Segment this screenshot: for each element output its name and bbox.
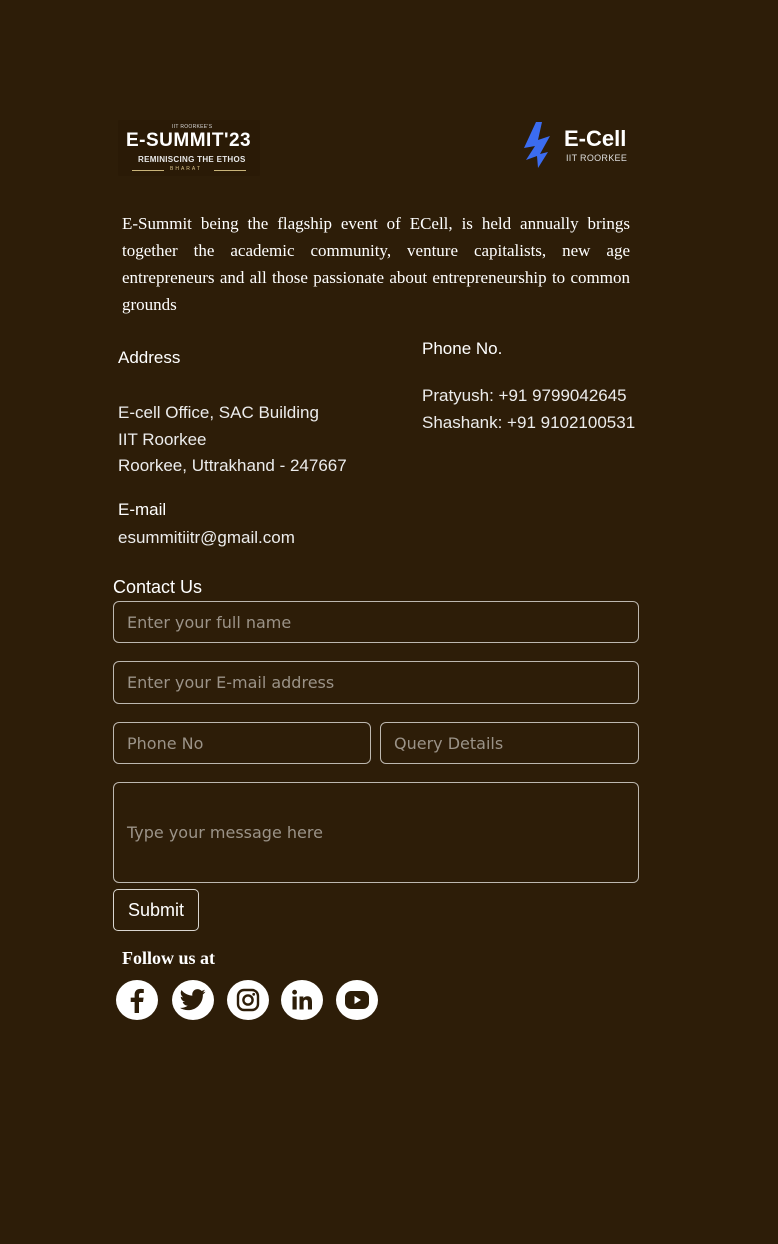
- email-value[interactable]: esummitiitr@gmail.com: [118, 525, 295, 552]
- phone-input[interactable]: [113, 722, 371, 764]
- ecell-logo-title: E-Cell: [564, 126, 627, 151]
- esummit-logo: IIT ROORKEE'S E-SUMMIT'23 REMINISCING TH…: [118, 120, 260, 176]
- event-description: E-Summit being the flagship event of ECe…: [122, 214, 630, 314]
- esummit-logo-divider-right: [214, 170, 246, 171]
- youtube-icon[interactable]: [336, 980, 378, 1020]
- facebook-icon[interactable]: [116, 980, 158, 1020]
- ecell-logo-sub: IIT ROORKEE: [566, 153, 628, 163]
- esummit-logo-title: E-SUMMIT'23: [126, 130, 252, 151]
- query-details-input[interactable]: [380, 722, 639, 764]
- esummit-logo-tagline: REMINISCING THE ETHOS: [138, 155, 246, 164]
- address-heading: Address: [118, 348, 181, 367]
- ecell-logo: E-Cell IIT ROORKEE: [518, 118, 632, 172]
- address-line: E-cell Office, SAC Building: [118, 403, 319, 422]
- phone-line[interactable]: Pratyush: +91 9799042645: [422, 383, 627, 410]
- submit-button[interactable]: Submit: [113, 889, 199, 931]
- email-input[interactable]: [113, 661, 639, 704]
- follow-heading: Follow us at: [122, 948, 216, 968]
- phone-heading: Phone No.: [422, 339, 503, 358]
- phone-line[interactable]: Shashank: +91 9102100531: [422, 410, 635, 437]
- esummit-logo-divider-left: [132, 170, 164, 171]
- contact-us-heading: Contact Us: [113, 577, 203, 597]
- email-heading: E-mail: [118, 500, 167, 519]
- linkedin-icon[interactable]: [281, 980, 323, 1020]
- ecell-mark-icon: [524, 122, 550, 168]
- address-line: Roorkee, Uttrakhand - 247667: [118, 456, 347, 475]
- full-name-input[interactable]: [113, 601, 639, 643]
- twitter-icon[interactable]: [172, 980, 214, 1020]
- instagram-icon[interactable]: [227, 980, 269, 1020]
- esummit-logo-sub: BHARAT: [170, 166, 202, 172]
- message-textarea[interactable]: [113, 782, 639, 883]
- address-line: IIT Roorkee: [118, 430, 207, 449]
